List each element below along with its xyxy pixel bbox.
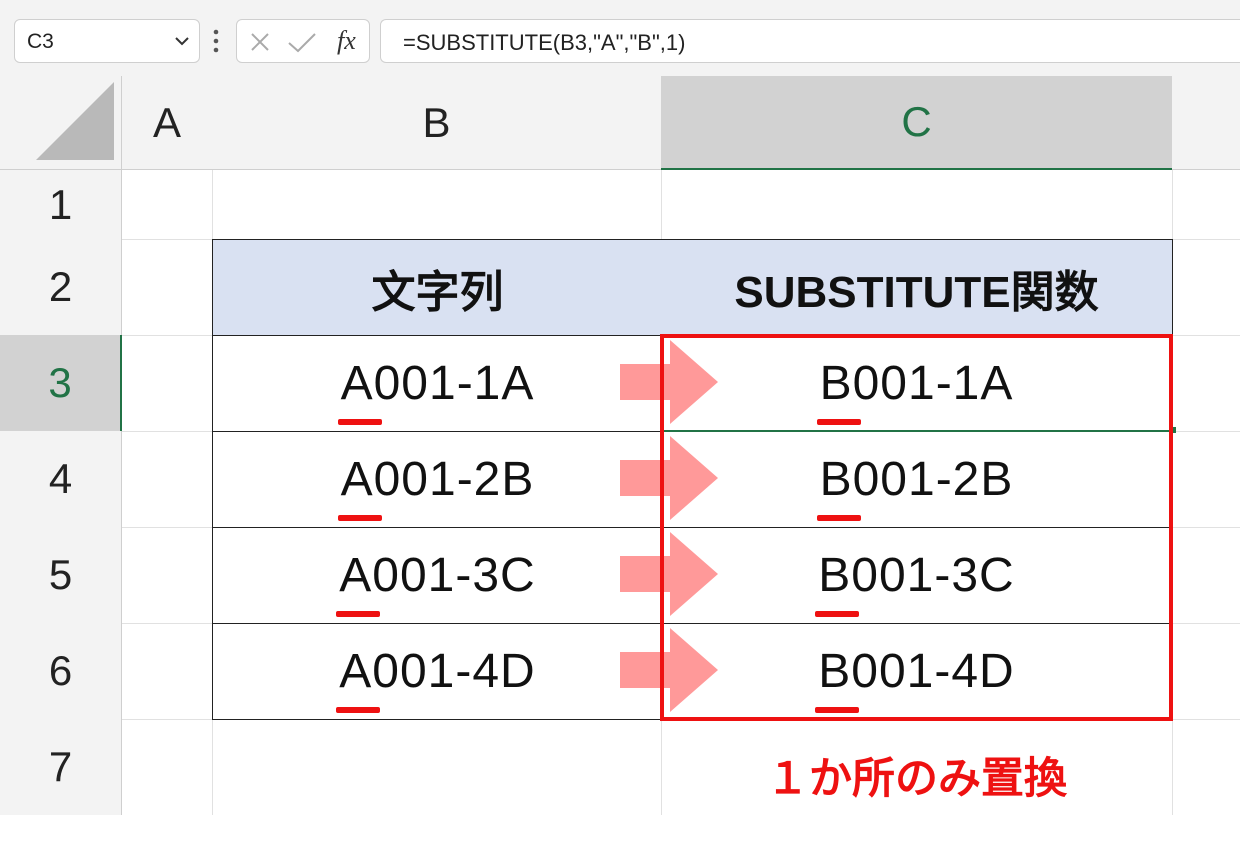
highlight-box xyxy=(660,334,1173,721)
row-header-6[interactable]: 6 xyxy=(0,623,122,720)
replaced-char: A xyxy=(337,357,382,425)
cell-text: 001-2B xyxy=(373,453,535,506)
chevron-down-icon[interactable] xyxy=(173,32,191,50)
bottom-margin xyxy=(0,815,1240,842)
row-header-3[interactable]: 3 xyxy=(0,335,122,432)
confirm-icon[interactable] xyxy=(287,31,317,53)
annotation-note: １か所のみ置換 xyxy=(766,755,1067,803)
formula-text: =SUBSTITUTE(B3,"A","B",1) xyxy=(403,30,686,55)
formula-input[interactable]: =SUBSTITUTE(B3,"A","B",1) xyxy=(380,19,1240,63)
cell-text: 001-1A xyxy=(373,357,535,410)
header-cell-input[interactable]: 文字列 xyxy=(212,239,663,336)
replaced-char: A xyxy=(337,453,382,521)
cell-reference: C3 xyxy=(27,30,54,53)
row-header-5[interactable]: 5 xyxy=(0,527,122,624)
more-options-icon[interactable] xyxy=(208,26,224,56)
replaced-char: A xyxy=(336,549,381,617)
replaced-char: A xyxy=(336,645,381,713)
cancel-icon[interactable] xyxy=(249,31,271,53)
column-header-next[interactable] xyxy=(1172,76,1240,170)
row-header-4[interactable]: 4 xyxy=(0,431,122,528)
header-cell-output[interactable]: SUBSTITUTE関数 xyxy=(661,239,1173,336)
select-all-corner[interactable] xyxy=(0,76,122,170)
column-header-c[interactable]: C xyxy=(661,76,1173,170)
name-box[interactable]: C3 xyxy=(14,19,200,63)
column-header-a[interactable]: A xyxy=(122,76,213,170)
row-header-2[interactable]: 2 xyxy=(0,239,122,336)
cell-text: 001-4D xyxy=(372,645,536,698)
select-all-triangle-icon xyxy=(36,82,114,160)
input-cell[interactable]: A 001-4D xyxy=(212,624,663,720)
row-header-7[interactable]: 7 xyxy=(0,719,122,816)
insert-function-icon[interactable]: fx xyxy=(337,26,356,56)
input-cell[interactable]: A 001-3C xyxy=(212,528,663,624)
formula-buttons: fx xyxy=(236,19,370,63)
input-cell[interactable]: A 001-1A xyxy=(212,336,663,432)
column-header-b[interactable]: B xyxy=(212,76,662,170)
cell-text: 001-3C xyxy=(372,549,536,602)
input-cell[interactable]: A 001-2B xyxy=(212,432,663,528)
row-header-1[interactable]: 1 xyxy=(0,170,122,240)
